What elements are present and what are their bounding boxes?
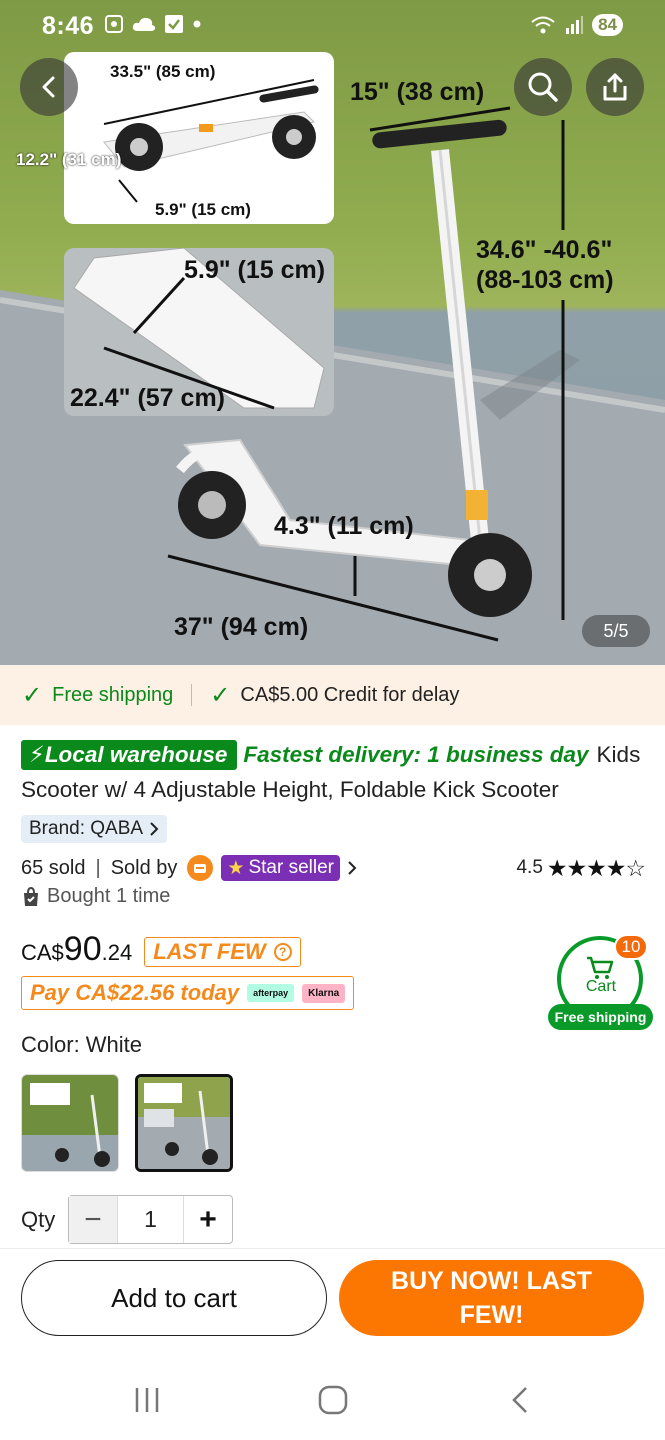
swatch-thumbnail xyxy=(138,1077,230,1169)
last-few-label: LAST FEW xyxy=(153,939,266,964)
dot-icon xyxy=(193,20,201,28)
brand-link[interactable]: Brand: QABA xyxy=(21,815,168,843)
minus-icon: − xyxy=(84,1202,102,1236)
local-warehouse-label: Local warehouse xyxy=(44,742,228,767)
search-button[interactable] xyxy=(514,58,572,116)
chevron-left-icon xyxy=(42,76,55,98)
share-button[interactable] xyxy=(586,58,644,116)
price: CA$ 90 .24 xyxy=(21,930,132,969)
cloud-icon xyxy=(132,17,156,31)
battery-icon: 84 xyxy=(592,14,623,36)
chevron-right-icon xyxy=(150,822,159,836)
free-shipping-text: Free shipping xyxy=(52,683,174,706)
cart-label: Cart xyxy=(585,978,617,995)
klarna-logo: Klarna xyxy=(302,983,346,1003)
color-label: Color: White xyxy=(21,1032,143,1057)
afterpay-logo: afterpay xyxy=(247,984,295,1002)
price-currency: CA$ xyxy=(21,940,64,965)
product-title: ⚡Local warehouse Fastest delivery: 1 busi… xyxy=(21,737,646,807)
product-image-gallery[interactable]: 33.5" (85 cm) 12.2" (31 cm) 5.9" (15 cm)… xyxy=(0,0,665,665)
decrease-qty-button[interactable]: − xyxy=(69,1196,117,1243)
check-icon: ✓ xyxy=(210,681,231,709)
help-icon: ? xyxy=(273,943,292,961)
status-time: 8:46 xyxy=(42,12,95,40)
lightning-icon: ⚡ xyxy=(29,742,45,767)
chevron-right-icon[interactable] xyxy=(346,860,358,876)
star-icon: ★ xyxy=(227,857,245,879)
qty-value[interactable]: 1 xyxy=(117,1196,184,1243)
free-shipping-benefit: ✓ Free shipping xyxy=(22,681,173,710)
dim-top-length: 33.5" (85 cm) xyxy=(110,62,216,81)
cart-count-badge: 10 xyxy=(614,934,648,960)
search-icon xyxy=(528,72,558,102)
screenshot-icon xyxy=(105,15,123,33)
back-arrow-icon xyxy=(512,1387,527,1413)
add-to-cart-button[interactable]: Add to cart xyxy=(21,1260,327,1336)
brand-label: Brand: QABA xyxy=(29,818,144,839)
divider xyxy=(191,684,193,706)
sold-by-label: Sold by xyxy=(110,856,178,879)
credit-text: CA$5.00 Credit for delay xyxy=(240,683,460,706)
sold-count: 65 sold xyxy=(21,856,86,879)
benefits-bar[interactable]: ✓ Free shipping ✓ CA$5.00 Credit for del… xyxy=(0,665,665,725)
color-swatch-option[interactable] xyxy=(21,1074,119,1172)
star-rating-icon: ★★★★☆ xyxy=(546,854,646,881)
rating-value: 4.5 xyxy=(516,857,543,878)
qty-label: Qty xyxy=(21,1207,56,1232)
home-icon xyxy=(318,1385,348,1415)
dim-height-range-cm: (88-103 cm) xyxy=(476,266,614,294)
dim-deck-clearance: 4.3" (11 cm) xyxy=(274,512,414,540)
system-nav-bar xyxy=(0,1360,665,1440)
quantity-stepper[interactable]: − 1 + xyxy=(68,1195,233,1244)
recents-button[interactable] xyxy=(117,1380,177,1420)
system-back-button[interactable] xyxy=(490,1380,550,1420)
recents-icon xyxy=(135,1388,159,1412)
seller-logo-icon[interactable] xyxy=(187,855,214,881)
last-few-tag[interactable]: LAST FEW ? xyxy=(144,937,301,967)
increase-qty-button[interactable]: + xyxy=(184,1196,232,1243)
bought-text: Bought 1 time xyxy=(47,885,171,907)
cart-icon xyxy=(587,956,614,979)
check-icon: ✓ xyxy=(22,681,43,709)
swatch-thumbnail xyxy=(22,1075,118,1171)
dim-fold-lower: 5.9" (15 cm) xyxy=(155,200,251,219)
dim-total-length: 37" (94 cm) xyxy=(174,613,309,641)
dim-fold-height: 12.2" (31 cm) xyxy=(16,150,122,169)
price-whole: 90 xyxy=(63,930,102,968)
dim-deck-length: 22.4" (57 cm) xyxy=(70,384,225,412)
divider: | xyxy=(95,856,101,879)
check-box-icon xyxy=(165,15,183,33)
divider xyxy=(0,1248,665,1249)
status-bar: 8:46 84 xyxy=(0,0,665,54)
fastest-delivery-text: Fastest delivery: 1 business day xyxy=(243,742,589,767)
notification-icons xyxy=(104,14,202,34)
dim-deck-width: 5.9" (15 cm) xyxy=(184,256,326,284)
share-icon xyxy=(603,73,627,101)
buy-now-button[interactable]: BUY NOW! LAST FEW! xyxy=(339,1260,644,1336)
star-seller-badge[interactable]: ★ Star seller xyxy=(221,855,340,881)
sales-meta-row: 65 sold | Sold by ★ Star seller 4.5 ★★★★… xyxy=(21,852,646,884)
pay-today-text: Pay CA$22.56 today xyxy=(30,980,240,1005)
dim-height-range: 34.6" -40.6" xyxy=(476,236,613,264)
pay-later-box[interactable]: Pay CA$22.56 today afterpay Klarna xyxy=(21,976,355,1010)
wifi-icon xyxy=(531,16,555,34)
credit-benefit: ✓ CA$5.00 Credit for delay xyxy=(210,681,459,710)
home-button[interactable] xyxy=(303,1380,363,1420)
floating-cart[interactable]: Cart 10 Free shipping xyxy=(548,934,653,1032)
plus-icon: + xyxy=(199,1202,217,1236)
star-seller-label: Star seller xyxy=(248,857,334,878)
rating[interactable]: 4.5 ★★★★☆ xyxy=(516,854,646,882)
color-swatch-white-selected[interactable] xyxy=(135,1074,233,1172)
signal-icon xyxy=(566,16,584,34)
price-row: CA$ 90 .24 LAST FEW ? xyxy=(21,930,301,969)
shopping-bag-icon xyxy=(24,886,38,906)
bought-count-row: Bought 1 time xyxy=(21,885,170,908)
dim-handlebar: 15" (38 cm) xyxy=(350,78,485,106)
image-counter: 5/5 xyxy=(582,615,650,647)
cart-free-shipping: Free shipping xyxy=(548,1004,653,1030)
local-warehouse-badge: ⚡Local warehouse xyxy=(21,740,238,770)
system-icons: 84 xyxy=(530,14,623,36)
back-button[interactable] xyxy=(20,58,78,116)
price-cents: .24 xyxy=(101,940,133,965)
